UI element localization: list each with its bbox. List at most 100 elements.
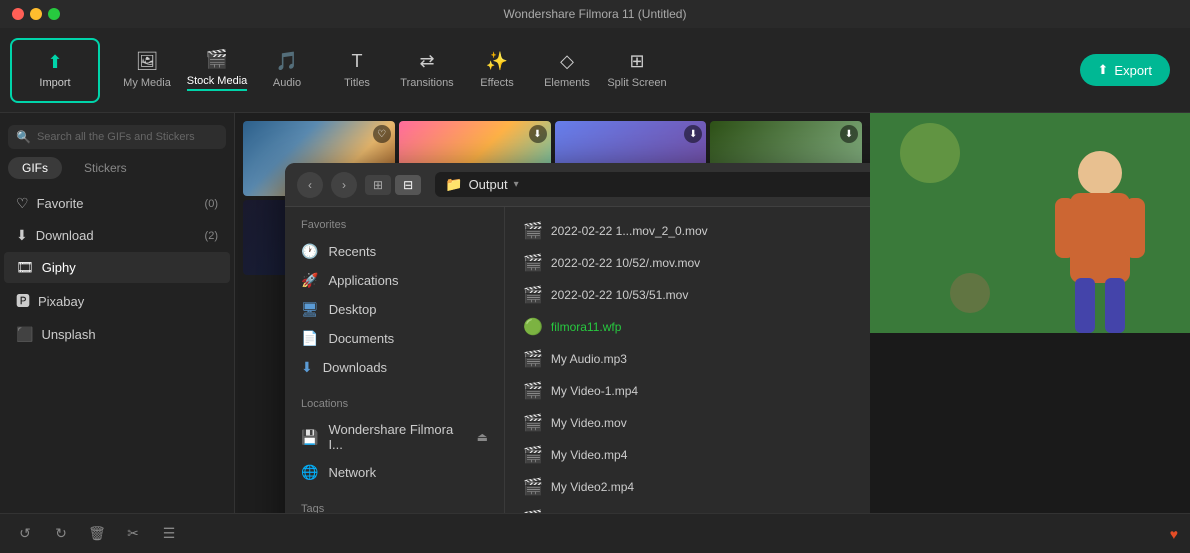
list-view-button[interactable]: ⊞ bbox=[365, 175, 391, 195]
cut-button[interactable]: ✂ bbox=[120, 521, 146, 547]
video-file-icon-8: 🎬 bbox=[523, 445, 543, 465]
favorites-title: Favorites bbox=[285, 219, 504, 237]
recents-icon: 🕐 bbox=[301, 243, 318, 260]
export-button[interactable]: ⬆ Export bbox=[1080, 54, 1170, 86]
file-row-7[interactable]: 🎬 My Video.mov bbox=[513, 407, 870, 439]
dialog-sidebar-item-desktop[interactable]: 🖥 Desktop bbox=[285, 295, 504, 324]
favorite-badge: (0) bbox=[205, 198, 218, 210]
traffic-lights bbox=[12, 8, 60, 20]
file-row-4[interactable]: 🟢 filmora11.wfp bbox=[513, 311, 870, 343]
delete-button[interactable]: 🗑 bbox=[84, 521, 110, 547]
back-button[interactable]: ‹ bbox=[297, 172, 323, 198]
preview-panel bbox=[870, 113, 1190, 513]
location-bar[interactable]: 📁 Output ▾ bbox=[435, 172, 870, 197]
desktop-label: Desktop bbox=[329, 302, 377, 317]
file-name-3: 2022-02-22 10/53/51.mov bbox=[551, 288, 870, 302]
dialog-files: 🎬 2022-02-22 1...mov_2_0.mov 🎬 2022-02-2… bbox=[505, 207, 870, 513]
location-chevron: ▾ bbox=[514, 179, 519, 190]
export-icon: ⬆ bbox=[1098, 62, 1109, 78]
video-file-icon-9: 🎬 bbox=[523, 477, 543, 497]
search-icon: 🔍 bbox=[16, 130, 31, 144]
dialog-sidebar-item-network[interactable]: 🌐 Network bbox=[285, 458, 504, 487]
video-file-icon-10: 🎬 bbox=[523, 509, 543, 513]
app-title: Wondershare Filmora 11 (Untitled) bbox=[504, 7, 687, 21]
undo-button[interactable]: ↺ bbox=[12, 521, 38, 547]
tab-gifs[interactable]: GIFs bbox=[8, 157, 62, 179]
toolbar-item-effects[interactable]: ✨ Effects bbox=[462, 38, 532, 103]
list-button[interactable]: ☰ bbox=[156, 521, 182, 547]
documents-icon: 📄 bbox=[301, 330, 318, 347]
eject-icon[interactable]: ⏏ bbox=[477, 430, 488, 444]
video-file-icon-2: 🎬 bbox=[523, 253, 543, 273]
sidebar-item-favorite[interactable]: ♡ Favorite (0) bbox=[4, 188, 230, 219]
sidebar-item-download[interactable]: ⬇ Download (2) bbox=[4, 220, 230, 251]
file-name-8: My Video.mp4 bbox=[551, 448, 870, 462]
network-label: Network bbox=[328, 465, 376, 480]
locations-section: Locations 💾 Wondershare Filmora I... ⏏ 🌐… bbox=[285, 398, 504, 487]
minimize-button[interactable] bbox=[30, 8, 42, 20]
downloads-icon: ⬇ bbox=[301, 359, 313, 376]
dialog-sidebar-item-wondershare[interactable]: 💾 Wondershare Filmora I... ⏏ bbox=[285, 416, 504, 458]
stock-media-label: Stock Media bbox=[187, 75, 248, 91]
file-name-9: My Video2.mp4 bbox=[551, 480, 870, 494]
maximize-button[interactable] bbox=[48, 8, 60, 20]
video-file-icon-7: 🎬 bbox=[523, 413, 543, 433]
toolbar-item-titles[interactable]: T Titles bbox=[322, 38, 392, 103]
toolbar-item-my-media[interactable]: 🖼 My Media bbox=[112, 38, 182, 103]
main-toolbar: ⬆ Import 🖼 My Media 🎬 Stock Media 🎵 Audi… bbox=[0, 28, 1190, 113]
file-row-9[interactable]: 🎬 My Video2.mp4 bbox=[513, 471, 870, 503]
file-name-4: filmora11.wfp bbox=[551, 320, 870, 334]
sidebar-item-giphy[interactable]: 🎞 Giphy bbox=[4, 252, 230, 283]
dialog-sidebar-item-recents[interactable]: 🕐 Recents bbox=[285, 237, 504, 266]
file-row-5[interactable]: 🎬 My Audio.mp3 bbox=[513, 343, 870, 375]
recents-label: Recents bbox=[328, 244, 376, 259]
dialog-sidebar: Favorites 🕐 Recents 🚀 Applications 🖥 bbox=[285, 207, 505, 513]
file-name-6: My Video-1.mp4 bbox=[551, 384, 870, 398]
file-row-2[interactable]: 🎬 2022-02-22 10/52/.mov.mov bbox=[513, 247, 870, 279]
dialog-overlay: ‹ › ⊞ ⊟ 📁 Output ▾ 🔍 Search bbox=[235, 113, 870, 513]
sidebar-item-unsplash[interactable]: ⬛ Unsplash bbox=[4, 319, 230, 350]
file-row-1[interactable]: 🎬 2022-02-22 1...mov_2_0.mov bbox=[513, 215, 870, 247]
toolbar-item-audio[interactable]: 🎵 Audio bbox=[252, 38, 322, 103]
dialog-sidebar-item-downloads[interactable]: ⬇ Downloads bbox=[285, 353, 504, 382]
search-placeholder: Search all the GIFs and Stickers bbox=[37, 131, 195, 143]
locations-title: Locations bbox=[285, 398, 504, 416]
dialog-sidebar-item-documents[interactable]: 📄 Documents bbox=[285, 324, 504, 353]
project-file-icon-4: 🟢 bbox=[523, 317, 543, 337]
sidebar-label-giphy: Giphy bbox=[42, 260, 76, 275]
redo-button[interactable]: ↻ bbox=[48, 521, 74, 547]
green-screen-preview bbox=[870, 113, 1190, 333]
toolbar-item-transitions[interactable]: ⇄ Transitions bbox=[392, 38, 462, 103]
import-button[interactable]: ⬆ Import bbox=[10, 38, 100, 103]
video-file-icon-1: 🎬 bbox=[523, 221, 543, 241]
file-row-3[interactable]: 🎬 2022-02-22 10/53/51.mov bbox=[513, 279, 870, 311]
content-area: 🔍 Search all the GIFs and Stickers GIFs … bbox=[0, 113, 1190, 513]
sidebar-item-pixabay[interactable]: 🅿 Pixabay bbox=[4, 284, 230, 318]
downloads-label: Downloads bbox=[323, 360, 387, 375]
video-file-icon-6: 🎬 bbox=[523, 381, 543, 401]
tags-title: Tags bbox=[285, 503, 504, 513]
location-text: Output bbox=[469, 177, 508, 192]
unsplash-icon: ⬛ bbox=[16, 326, 33, 343]
sidebar-label-download: Download bbox=[36, 228, 94, 243]
file-row-6[interactable]: 🎬 My Video-1.mp4 bbox=[513, 375, 870, 407]
toolbar-item-stock-media[interactable]: 🎬 Stock Media bbox=[182, 38, 252, 103]
toolbar-item-elements[interactable]: ◇ Elements bbox=[532, 38, 602, 103]
applications-label: Applications bbox=[328, 273, 398, 288]
split-screen-icon: ⊞ bbox=[629, 51, 644, 72]
close-button[interactable] bbox=[12, 8, 24, 20]
dialog-sidebar-item-applications[interactable]: 🚀 Applications bbox=[285, 266, 504, 295]
my-media-icon: 🖼 bbox=[136, 51, 159, 72]
file-row-8[interactable]: 🎬 My Video.mp4 bbox=[513, 439, 870, 471]
tabs-row: GIFs Stickers bbox=[0, 157, 234, 187]
tab-stickers[interactable]: Stickers bbox=[70, 157, 141, 179]
toolbar-item-split-screen[interactable]: ⊞ Split Screen bbox=[602, 38, 672, 103]
search-bar[interactable]: 🔍 Search all the GIFs and Stickers bbox=[8, 125, 226, 149]
forward-button[interactable]: › bbox=[331, 172, 357, 198]
title-bar: Wondershare Filmora 11 (Untitled) bbox=[0, 0, 1190, 28]
file-name-2: 2022-02-22 10/52/.mov.mov bbox=[551, 256, 870, 270]
preview-character-svg bbox=[870, 113, 1190, 333]
file-row-10[interactable]: 🎬 My Video3.mp4 bbox=[513, 503, 870, 513]
audio-icon: 🎵 bbox=[276, 51, 298, 72]
icon-view-button[interactable]: ⊟ bbox=[395, 175, 421, 195]
